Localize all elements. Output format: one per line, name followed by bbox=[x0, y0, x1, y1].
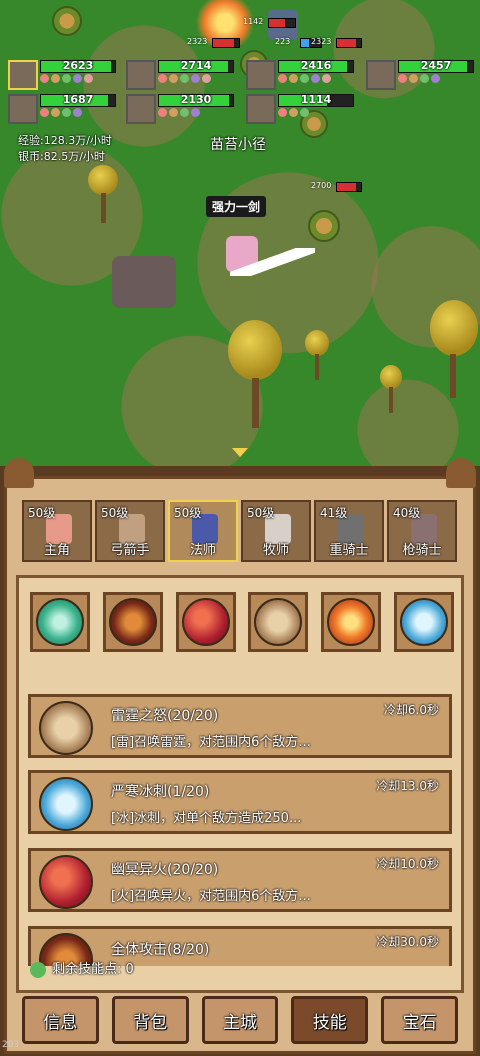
silver-rate: 银币:82.5万/小时 bbox=[18, 150, 105, 163]
battle-map[interactable]: 1142 2323 223 2323 2700 2623 2714 2416 2… bbox=[0, 0, 480, 478]
character-tab[interactable]: 50级 法师 bbox=[168, 500, 238, 562]
exp-rate: 经验:128.3万/小时 bbox=[18, 134, 112, 147]
avatar bbox=[8, 94, 38, 124]
skill-icon-row bbox=[30, 592, 454, 654]
thunder-orb-icon bbox=[39, 701, 93, 755]
bush bbox=[52, 6, 82, 36]
buff-icons bbox=[158, 74, 211, 84]
party-member-card[interactable]: 2623 bbox=[8, 59, 120, 90]
skill-slot[interactable] bbox=[321, 592, 382, 652]
panel-ornament-left bbox=[4, 458, 34, 488]
hp-bar: 1687 bbox=[40, 93, 116, 107]
party-member-card[interactable]: 2130 bbox=[126, 93, 238, 124]
avatar bbox=[126, 94, 156, 124]
character-tab[interactable]: 40级 枪骑士 bbox=[387, 500, 457, 562]
party-member-card[interactable]: 1687 bbox=[8, 93, 120, 124]
nav-skills-button[interactable]: 技能 bbox=[291, 996, 369, 1044]
location-name: 苗苔小径 bbox=[210, 137, 266, 153]
skill-row[interactable]: 严寒冰刺(1/20) [冰]冰刺，对单个敌方造成250... 冷却13.0秒 bbox=[28, 770, 452, 834]
enemy-hp-bar: 1142 bbox=[243, 17, 296, 28]
buff-icons bbox=[398, 74, 440, 84]
tree bbox=[228, 320, 288, 430]
dark-orb-icon bbox=[108, 598, 157, 646]
tree bbox=[430, 300, 480, 400]
enemy-hp-bar: 2323 bbox=[311, 37, 362, 48]
skill-slot[interactable] bbox=[30, 592, 90, 652]
nav-gems-button[interactable]: 宝石 bbox=[381, 996, 458, 1044]
party-member-card[interactable]: 1114 bbox=[246, 93, 358, 124]
nav-info-button[interactable]: 信息 bbox=[22, 996, 99, 1044]
collapse-arrow-icon[interactable] bbox=[232, 448, 248, 457]
skill-slot[interactable] bbox=[393, 592, 454, 652]
character-tab[interactable]: 50级 主角 bbox=[22, 500, 92, 562]
remaining-skill-points: 剩余技能点: 0 bbox=[30, 958, 134, 978]
party-member-card[interactable]: 2714 bbox=[126, 59, 238, 90]
refresh-icon[interactable] bbox=[30, 961, 46, 978]
buff-icons bbox=[158, 108, 200, 118]
party-member-card[interactable]: 2416 bbox=[246, 59, 358, 90]
skill-slot[interactable] bbox=[175, 592, 236, 652]
tree bbox=[88, 165, 122, 225]
hp-bar: 2457 bbox=[398, 59, 474, 73]
skill-callout: 强力一剑 bbox=[206, 196, 267, 217]
nav-city-button[interactable]: 主城 bbox=[201, 996, 279, 1044]
nav-bag-button[interactable]: 背包 bbox=[111, 996, 189, 1044]
panel-ornament-right bbox=[446, 458, 476, 488]
hp-bar: 2623 bbox=[40, 59, 116, 73]
avatar bbox=[246, 94, 276, 124]
skill-slot[interactable] bbox=[248, 592, 309, 652]
hp-bar: 2130 bbox=[158, 93, 234, 107]
hp-bar: 2714 bbox=[158, 59, 234, 73]
avatar bbox=[8, 60, 38, 90]
avatar bbox=[366, 60, 396, 90]
buff-icons bbox=[278, 108, 309, 118]
avatar bbox=[246, 60, 276, 90]
avatar bbox=[126, 60, 156, 90]
party-member-card[interactable]: 2457 bbox=[366, 59, 478, 90]
bush bbox=[308, 210, 340, 242]
bottom-nav: 信息 背包 主城 技能 宝石 bbox=[22, 996, 458, 1046]
knight-sprite[interactable] bbox=[112, 256, 176, 308]
enemy-hp-bar: 2700 bbox=[311, 181, 362, 192]
buff-icons bbox=[40, 108, 82, 118]
version-label: 203 bbox=[2, 1040, 20, 1050]
fire-orb-icon bbox=[181, 598, 230, 646]
buff-icons bbox=[40, 74, 93, 84]
thunder-orb-icon bbox=[254, 598, 303, 646]
buff-icons bbox=[278, 74, 331, 84]
hp-bar: 2416 bbox=[278, 59, 354, 73]
enemy-hp-bar: 2323 bbox=[187, 37, 240, 48]
ice-orb-icon bbox=[399, 598, 448, 646]
tree bbox=[380, 365, 404, 415]
character-tabs: 50级 主角 50级 弓箭手 50级 法师 50级 牧师 41级 重骑士 40级… bbox=[22, 500, 462, 562]
wind-orb-icon bbox=[36, 598, 84, 646]
ice-orb-icon bbox=[39, 777, 93, 831]
skill-slot[interactable] bbox=[102, 592, 163, 652]
tree bbox=[305, 330, 331, 380]
skill-row[interactable]: 幽冥异火(20/20) [火]召唤异火，对范围内6个敌方... 冷却10.0秒 bbox=[28, 848, 452, 912]
blast-orb-icon bbox=[327, 598, 376, 646]
skill-row[interactable]: 雷霆之怒(20/20) [雷]召唤雷霆，对范围内6个敌方... 冷却6.0秒 bbox=[28, 694, 452, 758]
fire-orb-icon bbox=[39, 855, 93, 909]
hp-bar: 1114 bbox=[278, 93, 354, 107]
character-tab[interactable]: 50级 弓箭手 bbox=[95, 500, 165, 562]
character-tab[interactable]: 41级 重骑士 bbox=[314, 500, 384, 562]
slash-effect bbox=[230, 248, 315, 276]
character-tab[interactable]: 50级 牧师 bbox=[241, 500, 311, 562]
